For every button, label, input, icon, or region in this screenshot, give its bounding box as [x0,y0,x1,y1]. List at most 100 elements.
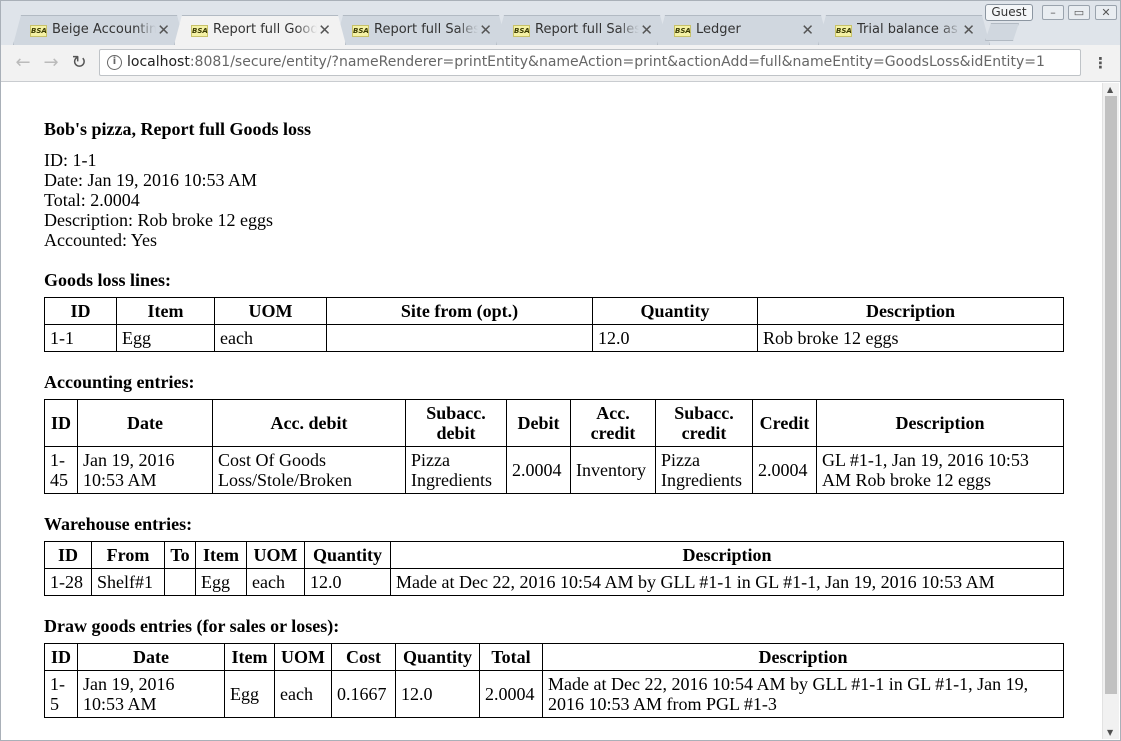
info-icon[interactable]: i [107,55,122,70]
table-cell: 12.0 [592,324,758,352]
table-cell: Pizza Ingredients [405,446,507,494]
url-text[interactable]: localhost:8081/secure/entity/?nameRender… [127,54,1045,70]
table-cell: Egg [116,324,215,352]
table-cell: Jan 19, 2016 10:53 AM [77,446,213,494]
close-tab-icon[interactable]: ✕ [962,21,975,39]
column-header: UOM [274,643,332,671]
table-cell: 1-1 [44,324,117,352]
column-header: Debit [506,399,571,447]
new-tab-button[interactable] [985,23,1019,41]
column-header: Quantity [395,643,480,671]
browser-window: BSA Beige Accounting ✕ BSA Report full S… [0,0,1121,741]
table-row: 1-1 Egg each 12.0 Rob broke 12 eggs [44,324,1064,352]
back-arrow-icon[interactable]: ← [11,52,35,74]
table-row: 1-45 Jan 19, 2016 10:53 AM Cost Of Goods… [44,446,1064,494]
column-header: Item [195,541,247,569]
tab-report-full-sales-2[interactable]: BSA Report full Sales ✕ [496,15,668,45]
table-cell: Cost Of Goods Loss/Stole/Broken [212,446,406,494]
profile-button[interactable]: Guest [985,4,1033,21]
tab-beige-accounting[interactable]: BSA Beige Accounting ✕ [13,15,185,45]
table-cell: 1-5 [44,670,78,718]
table-cell: each [214,324,327,352]
reload-icon[interactable]: ↻ [67,52,91,74]
tab-title: Report full Sales [374,22,478,37]
draw-goods-table: ID Date Item UOM Cost Quantity Total Des… [44,643,1064,718]
table-cell: each [274,670,332,718]
draw-goods-heading: Draw goods entries (for sales or loses): [44,616,340,636]
table-cell: each [246,568,305,596]
url-path: :8081/secure/entity/?nameRenderer=printE… [189,54,1045,70]
accounting-table: ID Date Acc. debit Subacc. debit Debit A… [44,399,1064,494]
vertical-scrollbar[interactable]: ▲ ▼ [1102,83,1119,739]
close-tab-icon[interactable]: ✕ [318,21,331,39]
tab-trial-balance[interactable]: BSA Trial balance as ✕ [818,15,990,45]
browser-toolbar: ← → ↻ i localhost:8081/secure/entity/?na… [1,45,1120,82]
tab-title: Ledger [696,22,741,37]
table-cell: Made at Dec 22, 2016 10:54 AM by GLL #1-… [542,670,1064,718]
forward-arrow-icon[interactable]: → [39,52,63,74]
address-bar[interactable]: i localhost:8081/secure/entity/?nameRend… [99,49,1081,76]
warehouse-heading: Warehouse entries: [44,514,193,534]
column-header: Credit [752,399,817,447]
table-cell: Made at Dec 22, 2016 10:54 AM by GLL #1-… [390,568,1064,596]
column-header: Subacc. credit [655,399,753,447]
close-window-icon[interactable]: ✕ [1095,5,1117,20]
column-header: Date [77,643,225,671]
column-header: UOM [214,297,327,325]
table-cell: Rob broke 12 eggs [757,324,1064,352]
column-header: ID [44,643,78,671]
close-tab-icon[interactable]: ✕ [801,21,814,39]
column-header: Description [542,643,1064,671]
tab-report-full-goods-loss[interactable]: BSA Report full Goods loss ✕ [174,15,346,45]
table-cell [164,568,196,596]
menu-kebab-icon[interactable]: ⋮ [1093,53,1108,73]
table-cell: 12.0 [304,568,391,596]
table-cell: 2.0004 [479,670,543,718]
tab-title: Trial balance as [857,22,958,37]
favicon-icon: BSA [353,27,369,35]
close-tab-icon[interactable]: ✕ [157,21,170,39]
column-header: Total [479,643,543,671]
table-cell: GL #1-1, Jan 19, 2016 10:53 AM Rob broke… [816,446,1064,494]
accounting-heading: Accounting entries: [44,372,195,392]
table-cell: 2.0004 [506,446,571,494]
maximize-icon[interactable]: ▭ [1068,5,1090,20]
column-header: ID [44,541,92,569]
column-header: Date [77,399,213,447]
column-header: Item [116,297,215,325]
close-tab-icon[interactable]: ✕ [479,21,492,39]
table-header-row: ID Date Acc. debit Subacc. debit Debit A… [44,399,1064,447]
table-header-row: ID Item UOM Site from (opt.) Quantity De… [44,297,1064,325]
column-header: To [164,541,196,569]
column-header: Acc. credit [570,399,656,447]
minimize-icon[interactable]: – [1042,5,1064,20]
table-cell: 2.0004 [752,446,817,494]
field-description: Description: Rob broke 12 eggs [44,210,273,230]
column-header: Quantity [592,297,758,325]
column-header: Item [224,643,275,671]
table-cell: 0.1667 [331,670,396,718]
table-cell: 1-45 [44,446,78,494]
column-header: Site from (opt.) [326,297,593,325]
page-title: Bob's pizza, Report full Goods loss [44,119,312,139]
favicon-icon: BSA [192,27,208,35]
column-header: ID [44,399,78,447]
column-header: Description [757,297,1064,325]
table-cell: Egg [195,568,247,596]
tab-ledger[interactable]: BSA Ledger ✕ [657,15,829,45]
favicon-icon: BSA [31,27,47,35]
url-host: localhost [127,54,190,70]
favicon-icon: BSA [514,27,530,35]
table-row: 1-5 Jan 19, 2016 10:53 AM Egg each 0.166… [44,670,1064,718]
report: Bob's pizza, Report full Goods loss ID: … [44,119,1064,718]
goods-loss-table: ID Item UOM Site from (opt.) Quantity De… [44,297,1064,352]
page-viewport: Bob's pizza, Report full Goods loss ID: … [5,83,1102,739]
scrollbar-thumb[interactable] [1105,96,1117,694]
table-row: 1-28 Shelf#1 Egg each 12.0 Made at Dec 2… [44,568,1064,596]
tab-report-full-sales-1[interactable]: BSA Report full Sales ✕ [335,15,507,45]
close-tab-icon[interactable]: ✕ [640,21,653,39]
scroll-down-arrow-icon[interactable]: ▼ [1107,728,1113,737]
scroll-up-arrow-icon[interactable]: ▲ [1107,85,1113,94]
tab-strip: BSA Beige Accounting ✕ BSA Report full S… [1,1,1120,45]
column-header: Acc. debit [212,399,406,447]
